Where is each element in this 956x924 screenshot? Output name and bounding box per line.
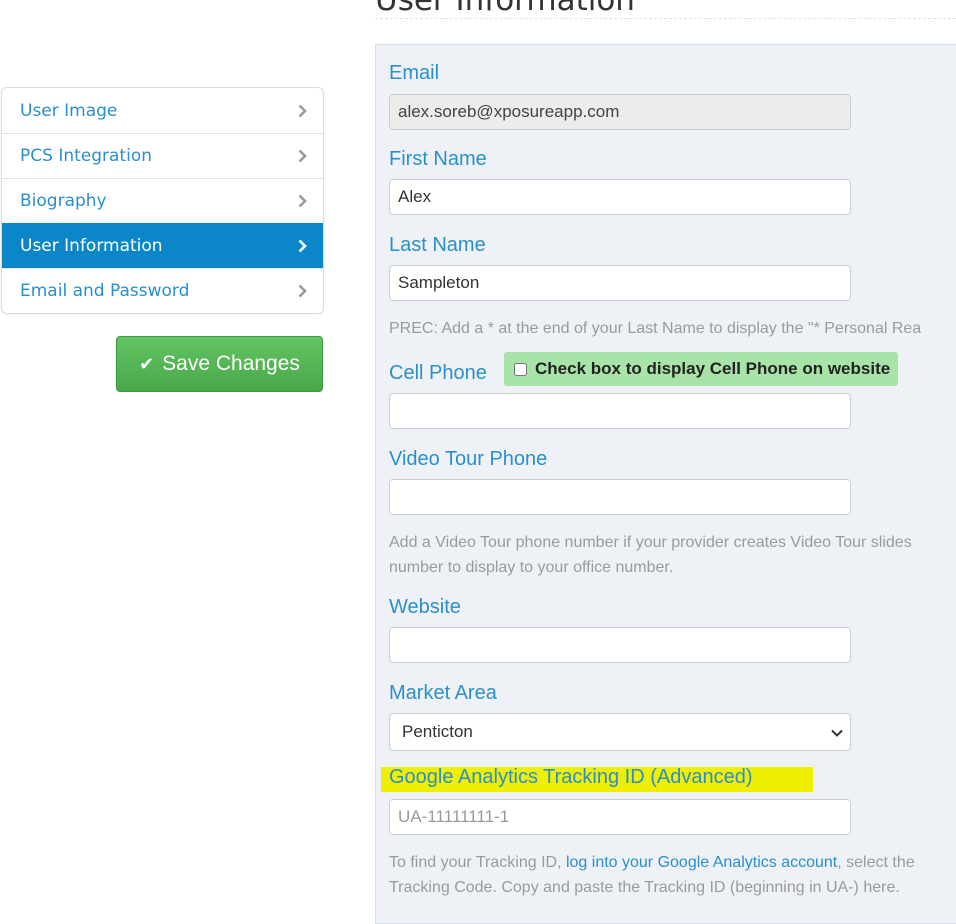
chevron-right-icon bbox=[298, 194, 307, 208]
ga-help-prefix: To find your Tracking ID, bbox=[389, 854, 566, 871]
email-label: Email bbox=[389, 62, 440, 84]
google-analytics-label: Google Analytics Tracking ID (Advanced) bbox=[389, 766, 753, 788]
sidebar-item-label: Email and Password bbox=[20, 281, 190, 301]
display-cell-phone-checkbox[interactable] bbox=[514, 362, 527, 376]
market-area-selected: Penticton bbox=[402, 722, 473, 741]
website-label: Website bbox=[389, 596, 461, 618]
sidebar-item-pcs-integration[interactable]: PCS Integration bbox=[2, 133, 323, 178]
sidebar-item-label: PCS Integration bbox=[20, 146, 152, 166]
ga-help-suffix: , select the bbox=[837, 854, 915, 871]
save-button-label: Save Changes bbox=[162, 352, 300, 375]
sidebar-item-label: User Image bbox=[20, 100, 118, 121]
cell-phone-field[interactable] bbox=[389, 393, 851, 429]
sidebar-item-label: User Information bbox=[20, 236, 163, 256]
chevron-right-icon bbox=[298, 104, 307, 117]
sidebar-item-user-image[interactable]: User Image bbox=[2, 88, 323, 133]
video-tour-help-line1: Add a Video Tour phone number if your pr… bbox=[389, 534, 912, 551]
video-tour-phone-field[interactable] bbox=[389, 479, 851, 515]
page-title: User Information bbox=[375, 0, 635, 18]
first-name-field[interactable] bbox=[389, 179, 851, 215]
title-divider bbox=[375, 18, 956, 19]
video-tour-phone-label: Video Tour Phone bbox=[389, 448, 548, 470]
display-cell-phone-option[interactable]: Check box to display Cell Phone on websi… bbox=[504, 352, 899, 386]
website-field[interactable] bbox=[389, 627, 851, 663]
save-changes-button[interactable]: ✔ Save Changes bbox=[116, 336, 323, 392]
sidebar-item-email-and-password[interactable]: Email and Password bbox=[2, 268, 323, 313]
ga-help-line1: To find your Tracking ID, log into your … bbox=[389, 850, 915, 875]
display-cell-phone-label: Check box to display Cell Phone on websi… bbox=[535, 359, 891, 378]
video-tour-help-line2: number to display to your office number. bbox=[389, 559, 674, 576]
sidebar-item-label: Biography bbox=[20, 191, 107, 211]
chevron-right-icon bbox=[298, 239, 307, 253]
email-field[interactable] bbox=[389, 94, 851, 130]
market-area-select[interactable]: Penticton bbox=[389, 713, 851, 751]
chevron-down-icon bbox=[831, 729, 843, 737]
sidebar-item-user-information[interactable]: User Information bbox=[2, 223, 323, 268]
chevron-right-icon bbox=[298, 284, 307, 298]
first-name-label: First Name bbox=[389, 148, 487, 170]
check-icon: ✔ bbox=[139, 353, 155, 374]
sidebar-item-biography[interactable]: Biography bbox=[2, 178, 323, 223]
chevron-right-icon bbox=[298, 149, 307, 163]
prec-help-text: PREC: Add a * at the end of your Last Na… bbox=[389, 320, 922, 337]
market-area-label: Market Area bbox=[389, 682, 497, 704]
last-name-field[interactable] bbox=[389, 265, 851, 301]
cell-phone-label: Cell Phone bbox=[389, 362, 487, 384]
google-analytics-link[interactable]: log into your Google Analytics account bbox=[566, 854, 837, 871]
ga-help-line2: Tracking Code. Copy and paste the Tracki… bbox=[389, 879, 900, 896]
sidebar-nav: User Image PCS Integration Biography Use… bbox=[1, 87, 324, 314]
google-analytics-field[interactable] bbox=[389, 799, 851, 835]
last-name-label: Last Name bbox=[389, 234, 486, 256]
